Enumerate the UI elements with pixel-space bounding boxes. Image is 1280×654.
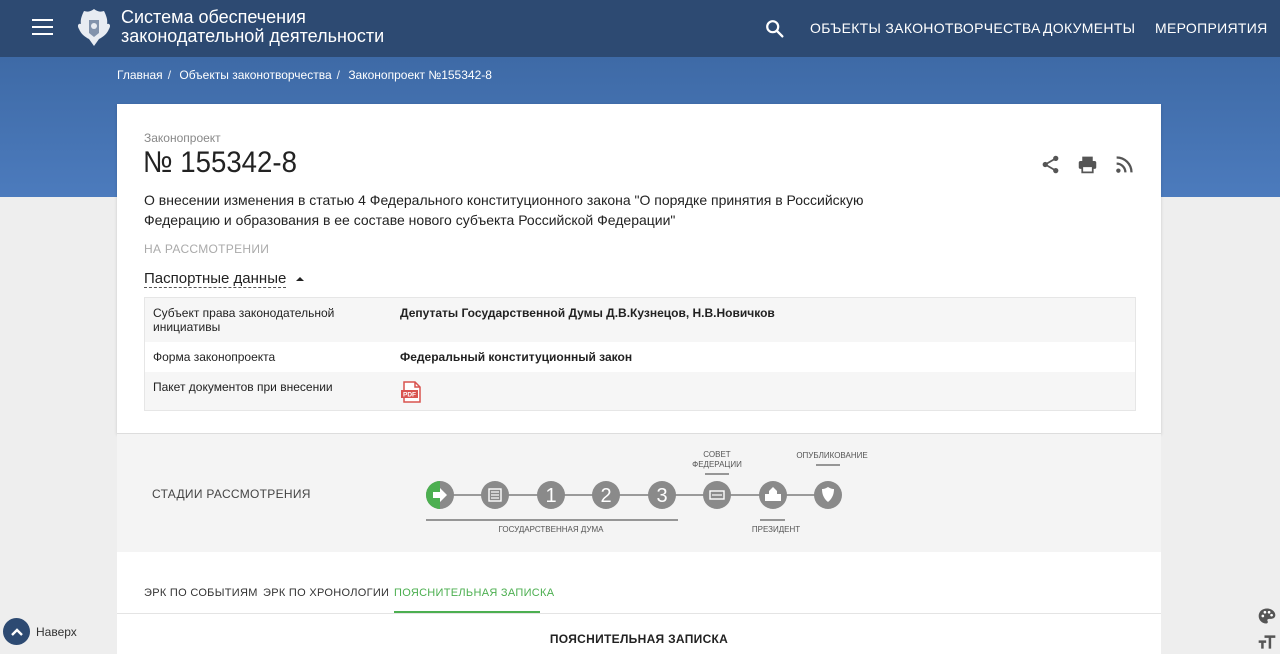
federation-council-icon[interactable] — [703, 481, 731, 509]
stage-reading-2[interactable]: 2 — [592, 481, 620, 509]
stages-timeline: 1 2 3 СОВЕТ ФЕДЕРАЦИИ ОПУБЛИКОВАНИЕ ГОСУ… — [426, 450, 868, 534]
stage-digit-1: 1 — [545, 485, 556, 507]
section-title: ПОЯСНИТЕЛЬНАЯ ЗАПИСКА — [549, 632, 729, 646]
breadcrumb-objects[interactable]: Объекты законотворчества — [179, 68, 331, 82]
bill-card: Законопроект № 155342-8 О внесении измен… — [117, 104, 1161, 434]
tab-events[interactable]: ЭРК ПО СОБЫТИЯМ — [144, 587, 258, 599]
bill-number: № 155342-8 — [143, 146, 297, 179]
breadcrumb-separator: / — [167, 68, 172, 82]
share-icon[interactable] — [1040, 154, 1061, 175]
print-icon[interactable] — [1077, 154, 1098, 175]
bill-description: О внесении изменения в статью 4 Федераль… — [144, 192, 864, 228]
top-bar: Система обеспечения законодательной деят… — [0, 0, 1280, 57]
bill-actions — [1040, 154, 1135, 175]
bill-status: НА РАССМОТРЕНИИ — [144, 242, 270, 256]
breadcrumb-current[interactable]: Законопроект №155342-8 — [348, 68, 492, 82]
back-to-top-label: Наверх — [36, 624, 77, 639]
stage-reading-3[interactable]: 3 — [648, 481, 676, 509]
nav-objects[interactable]: ОБЪЕКТЫ ЗАКОНОТВОРЧЕСТВА — [810, 20, 1041, 36]
caret-up-icon — [295, 277, 304, 281]
passport-value: Федеральный конституционный закон — [400, 350, 633, 364]
passport-table: Субъект права законодательной инициативы… — [144, 297, 1136, 411]
passport-key: Форма законопроекта — [153, 350, 276, 364]
council-label-line-1: СОВЕТ — [703, 450, 730, 459]
font-size-icon[interactable] — [1257, 632, 1277, 652]
chevron-up-icon — [3, 618, 30, 645]
bill-kind: Законопроект — [144, 131, 221, 145]
stage-1-icon[interactable] — [426, 481, 454, 509]
passport-key: Субъект права законодательной инициативы — [153, 306, 335, 334]
passport-row-form: Форма законопроекта Федеральный конститу… — [145, 342, 1135, 372]
search-icon[interactable] — [764, 18, 786, 40]
back-to-top-button[interactable]: Наверх — [3, 618, 77, 645]
passport-row-subject: Субъект права законодательной инициативы… — [145, 298, 1135, 342]
nav-documents[interactable]: ДОКУМЕНТЫ — [1043, 20, 1135, 36]
passport-title: Паспортные данные — [144, 270, 287, 288]
pdf-icon[interactable]: PDF — [400, 380, 424, 404]
council-label-line-2: ФЕДЕРАЦИИ — [692, 460, 742, 469]
app-title-line-2: законодательной деятельности — [121, 26, 385, 46]
breadcrumb-home[interactable]: Главная — [117, 68, 163, 82]
passport-value: Депутаты Государственной Думы Д.В.Кузнец… — [400, 306, 775, 320]
president-icon[interactable] — [759, 481, 787, 509]
publication-label: ОПУБЛИКОВАНИЕ — [796, 451, 867, 460]
tab-explanatory-note[interactable]: ПОЯСНИТЕЛЬНАЯ ЗАПИСКА — [394, 587, 554, 599]
breadcrumb: Главная / Объекты законотворчества / Закон… — [117, 68, 492, 82]
publication-icon[interactable] — [814, 481, 842, 509]
stage-digit-2: 2 — [600, 485, 611, 507]
tabs-divider — [117, 613, 1161, 614]
pdf-label: PDF — [403, 392, 416, 399]
menu-icon[interactable] — [32, 19, 53, 35]
passport-row-documents: Пакет документов при внесении PDF — [145, 372, 1135, 410]
breadcrumb-separator: / — [336, 68, 340, 82]
president-label: ПРЕЗИДЕНТ — [752, 525, 800, 534]
app-title-line-1: Система обеспечения — [121, 7, 306, 27]
app-title[interactable]: Система обеспечения законодательной деят… — [121, 8, 384, 46]
palette-icon[interactable] — [1257, 606, 1277, 626]
passport-toggle[interactable]: Паспортные данные — [144, 270, 305, 288]
rss-icon[interactable] — [1114, 154, 1135, 175]
stages-panel: СТАДИИ РАССМОТРЕНИЯ 1 2 3 СОВЕТ ФЕДЕРАЦИ… — [117, 433, 1161, 553]
emblem-logo[interactable] — [75, 6, 113, 48]
duma-label: ГОСУДАРСТВЕННАЯ ДУМА — [499, 525, 605, 534]
nav-events[interactable]: МЕРОПРИЯТИЯ — [1155, 20, 1268, 36]
stage-reading-1[interactable]: 1 — [537, 481, 565, 509]
stage-2-icon[interactable] — [481, 481, 509, 509]
tabs-area: ЭРК ПО СОБЫТИЯМ ЭРК ПО ХРОНОЛОГИИ ПОЯСНИ… — [117, 552, 1161, 654]
stage-digit-3: 3 — [656, 485, 667, 507]
tab-chronology[interactable]: ЭРК ПО ХРОНОЛОГИИ — [263, 587, 389, 599]
passport-key: Пакет документов при внесении — [153, 380, 333, 394]
